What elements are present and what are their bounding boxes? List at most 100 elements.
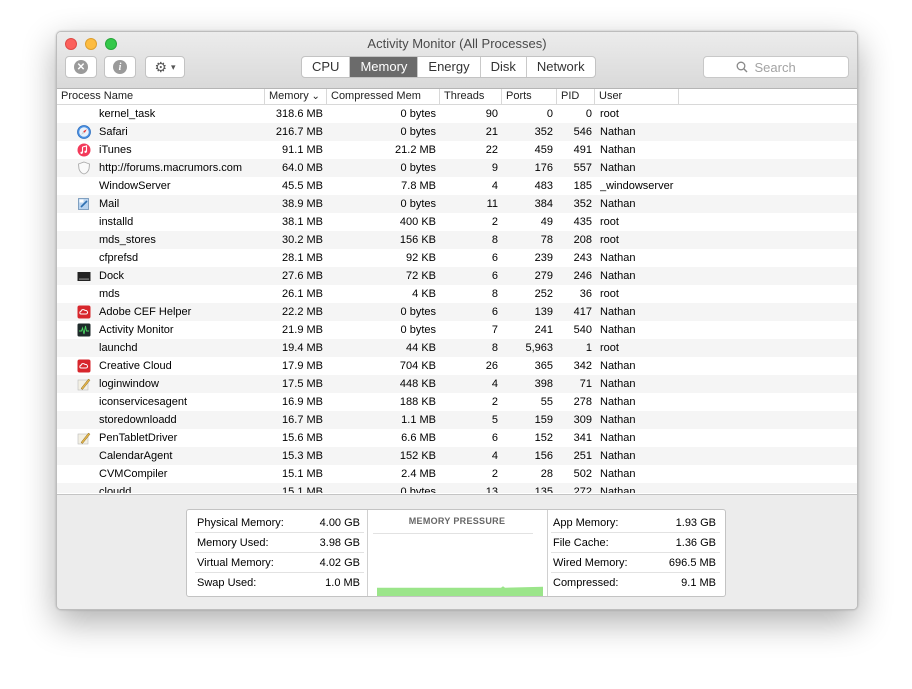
cell-threads: 4: [491, 378, 498, 390]
table-row[interactable]: Adobe CEF Helper 22.2 MB 0 bytes 6 139 417 Nat…: [57, 303, 857, 321]
table-row[interactable]: Activity Monitor 21.9 MB 0 bytes 7 241 540 Nat…: [57, 321, 857, 339]
table-row[interactable]: Safari 216.7 MB 0 bytes 21 352 546 Nathan: [57, 123, 857, 141]
stat-value: 1.93 GB: [675, 517, 716, 529]
sort-chevron-down-icon: ⌄: [308, 91, 320, 102]
tab-disk[interactable]: Disk: [481, 57, 527, 77]
cell-pid: 278: [573, 396, 592, 408]
cell-ports: 0: [546, 108, 553, 120]
cell-memory: 17.9 MB: [282, 360, 323, 372]
memory-pressure-graph: [377, 586, 543, 596]
memory-stat: Virtual Memory: 4.02 GB: [197, 553, 360, 573]
cell-ports: 459: [534, 144, 553, 156]
table-row[interactable]: http://forums.macrumors.com 64.0 MB 0 byte…: [57, 159, 857, 177]
table-row[interactable]: installd 38.1 MB 400 KB 2 49 435 root: [57, 213, 857, 231]
stat-value: 3.98 GB: [319, 537, 360, 549]
cell-process-name: kernel_task: [99, 108, 156, 120]
cell-compressed-mem: 188 KB: [399, 396, 436, 408]
table-row[interactable]: WindowServer 45.5 MB 7.8 MB 4 483 185 _windows…: [57, 177, 857, 195]
cell-user: Nathan: [600, 396, 636, 408]
cell-threads: 90: [485, 108, 498, 120]
column-header-memory[interactable]: Memory ⌄: [265, 89, 327, 104]
table-row[interactable]: iconservicesagent 16.9 MB 188 KB 2 55 278 Nath…: [57, 393, 857, 411]
cell-pid: 185: [573, 180, 592, 192]
inspect-process-button[interactable]: i: [104, 56, 136, 78]
table-row[interactable]: storedownloadd 16.7 MB 1.1 MB 5 159 309 Nathan: [57, 411, 857, 429]
column-header-compressed-mem[interactable]: Compressed Mem: [327, 89, 440, 104]
table-row[interactable]: PenTabletDriver 15.6 MB 6.6 MB 6 152 341 Natha…: [57, 429, 857, 447]
mail-stamp-icon: [77, 197, 91, 211]
cell-compressed-mem: 44 KB: [406, 342, 436, 354]
cell-ports: 176: [534, 162, 553, 174]
table-row[interactable]: Mail 38.9 MB 0 bytes 11 384 352 Nathan: [57, 195, 857, 213]
table-row[interactable]: loginwindow 17.5 MB 448 KB 4 398 71 Nathan: [57, 375, 857, 393]
action-menu-button[interactable]: ⚙ ▾: [145, 56, 185, 78]
table-row[interactable]: CalendarAgent 15.3 MB 152 KB 4 156 251 Nathan: [57, 447, 857, 465]
cell-user: _windowserver: [600, 180, 674, 192]
column-header-pid[interactable]: PID: [557, 89, 595, 104]
tab-cpu[interactable]: CPU: [302, 57, 351, 77]
cell-threads: 2: [491, 468, 498, 480]
cell-ports: 159: [534, 414, 553, 426]
chevron-down-icon: ▾: [171, 61, 176, 72]
stat-value: 1.0 MB: [325, 577, 360, 589]
cell-process-name: iconservicesagent: [99, 396, 188, 408]
column-header-label: Threads: [444, 90, 485, 102]
stop-process-button[interactable]: ✕: [65, 56, 97, 78]
table-row[interactable]: launchd 19.4 MB 44 KB 8 5,963 1 root: [57, 339, 857, 357]
table-row[interactable]: cfprefsd 28.1 MB 92 KB 6 239 243 Nathan: [57, 249, 857, 267]
cell-pid: 341: [573, 432, 592, 444]
cell-memory: 64.0 MB: [282, 162, 323, 174]
cell-process-name: launchd: [99, 342, 138, 354]
table-row[interactable]: kernel_task 318.6 MB 0 bytes 90 0 0 root: [57, 105, 857, 123]
search-input[interactable]: [752, 58, 817, 76]
cell-pid: 417: [573, 306, 592, 318]
cell-user: Nathan: [600, 144, 636, 156]
cell-threads: 6: [491, 306, 498, 318]
window-title: Activity Monitor (All Processes): [367, 36, 547, 51]
table-row[interactable]: iTunes 91.1 MB 21.2 MB 22 459 491 Nathan: [57, 141, 857, 159]
table-row[interactable]: mds 26.1 MB 4 KB 8 252 36 root: [57, 285, 857, 303]
cell-pid: 502: [573, 468, 592, 480]
cell-memory: 16.7 MB: [282, 414, 323, 426]
table-row[interactable]: CVMCompiler 15.1 MB 2.4 MB 2 28 502 Nathan: [57, 465, 857, 483]
cell-memory: 15.3 MB: [282, 450, 323, 462]
cell-compressed-mem: 0 bytes: [400, 126, 436, 138]
cell-process-name: storedownloadd: [99, 414, 177, 426]
column-header-threads[interactable]: Threads: [440, 89, 502, 104]
memory-stat: Swap Used: 1.0 MB: [197, 573, 360, 593]
cell-compressed-mem: 156 KB: [399, 234, 436, 246]
tab-energy[interactable]: Energy: [418, 57, 481, 77]
cell-compressed-mem: 704 KB: [399, 360, 436, 372]
tab-memory[interactable]: Memory: [350, 57, 419, 77]
cell-process-name: Safari: [99, 126, 128, 138]
cell-pid: 491: [573, 144, 592, 156]
cell-pid: 208: [573, 234, 592, 246]
cell-pid: 251: [573, 450, 592, 462]
cell-memory: 21.9 MB: [282, 324, 323, 336]
table-row[interactable]: Dock 27.6 MB 72 KB 6 279 246 Nathan: [57, 267, 857, 285]
cell-user: Nathan: [600, 360, 636, 372]
table-row[interactable]: Creative Cloud 17.9 MB 704 KB 26 365 342 Natha…: [57, 357, 857, 375]
cell-pid: 0: [585, 108, 592, 120]
dock-icon: [77, 269, 91, 283]
cell-threads: 13: [485, 486, 498, 493]
table-row[interactable]: mds_stores 30.2 MB 156 KB 8 78 208 root: [57, 231, 857, 249]
process-table: kernel_task 318.6 MB 0 bytes 90 0 0 root Safari…: [57, 105, 857, 493]
cell-pid: 71: [579, 378, 592, 390]
cell-process-name: mds_stores: [99, 234, 156, 246]
gear-icon: ⚙: [154, 58, 168, 75]
tab-network[interactable]: Network: [527, 57, 595, 77]
cell-threads: 11: [486, 198, 498, 210]
cell-memory: 38.9 MB: [282, 198, 323, 210]
cell-pid: 1: [585, 342, 592, 354]
pen-pencil-icon: [77, 377, 91, 391]
column-header-process-name[interactable]: Process Name: [57, 89, 265, 104]
table-row[interactable]: cloudd 15.1 MB 0 bytes 13 135 272 Nathan: [57, 483, 857, 493]
cell-compressed-mem: 1.1 MB: [401, 414, 436, 426]
search-field[interactable]: [703, 56, 849, 78]
column-header-ports[interactable]: Ports: [502, 89, 557, 104]
column-header-user[interactable]: User: [595, 89, 679, 104]
cell-compressed-mem: 92 KB: [406, 252, 436, 264]
cell-user: Nathan: [600, 252, 636, 264]
cell-user: root: [600, 288, 619, 300]
